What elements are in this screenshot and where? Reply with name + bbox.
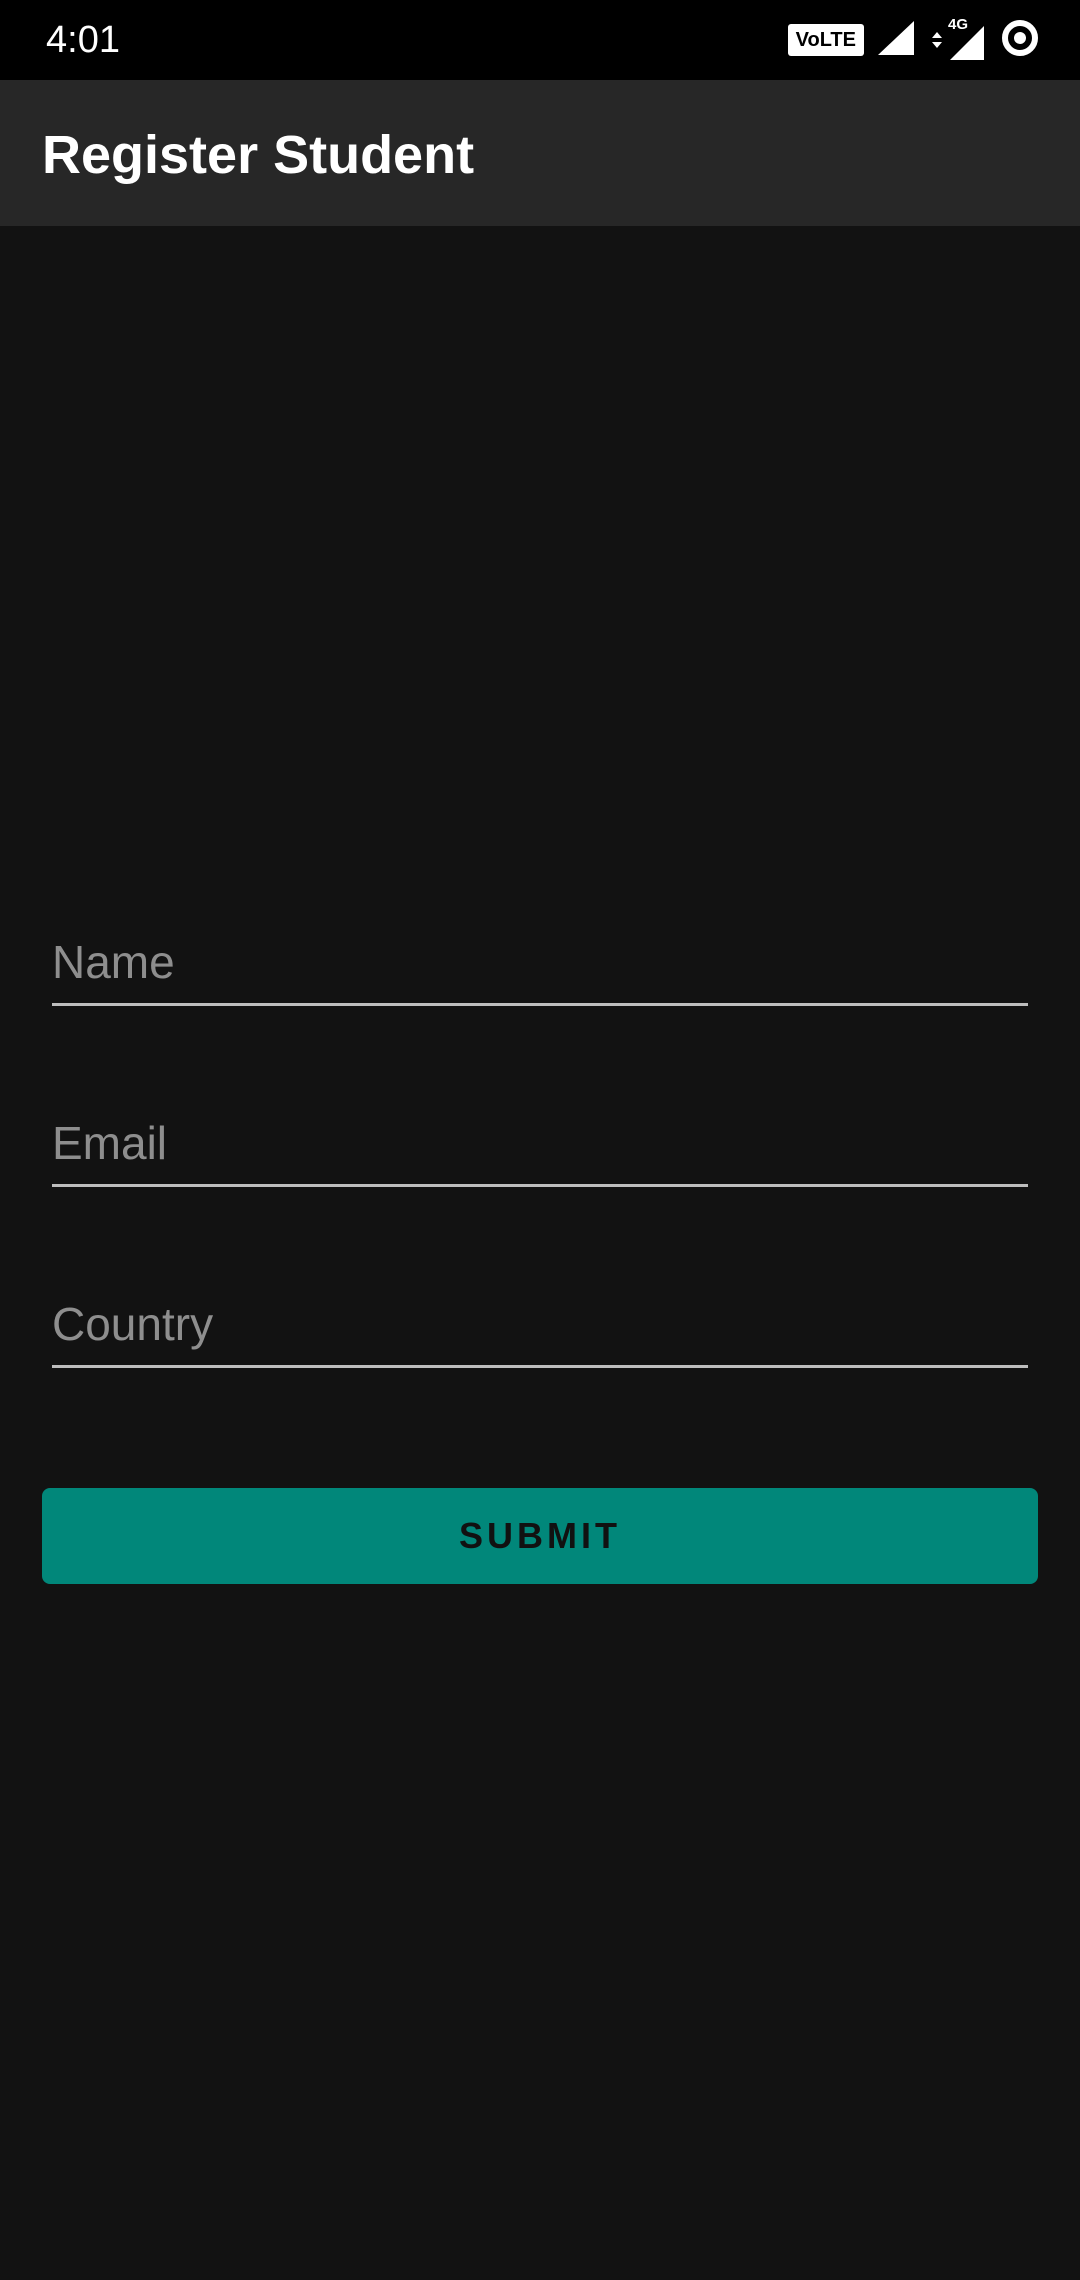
- status-time: 4:01: [46, 19, 120, 61]
- signal-icon: [878, 20, 916, 60]
- name-field[interactable]: [52, 916, 1028, 1006]
- email-input[interactable]: [52, 1108, 1028, 1178]
- status-bar: 4:01 VoLTE 4G: [0, 0, 1080, 80]
- sync-icon: [1000, 18, 1040, 63]
- name-input[interactable]: [52, 927, 1028, 997]
- network-type-label: 4G: [948, 16, 969, 33]
- status-icons: VoLTE 4G: [787, 16, 1040, 63]
- page-title: Register Student: [42, 125, 475, 185]
- volte-icon: VoLTE: [787, 24, 864, 56]
- email-field[interactable]: [52, 1097, 1028, 1187]
- register-student-screen: 4:01 VoLTE 4G Register Student Name Emai…: [0, 0, 1080, 2280]
- data-signal-icon: 4G: [930, 16, 986, 60]
- country-field[interactable]: [52, 1278, 1028, 1368]
- app-bar: Register Student: [0, 80, 1080, 226]
- country-input[interactable]: [52, 1289, 1028, 1359]
- submit-button[interactable]: SUBMIT: [42, 1488, 1038, 1584]
